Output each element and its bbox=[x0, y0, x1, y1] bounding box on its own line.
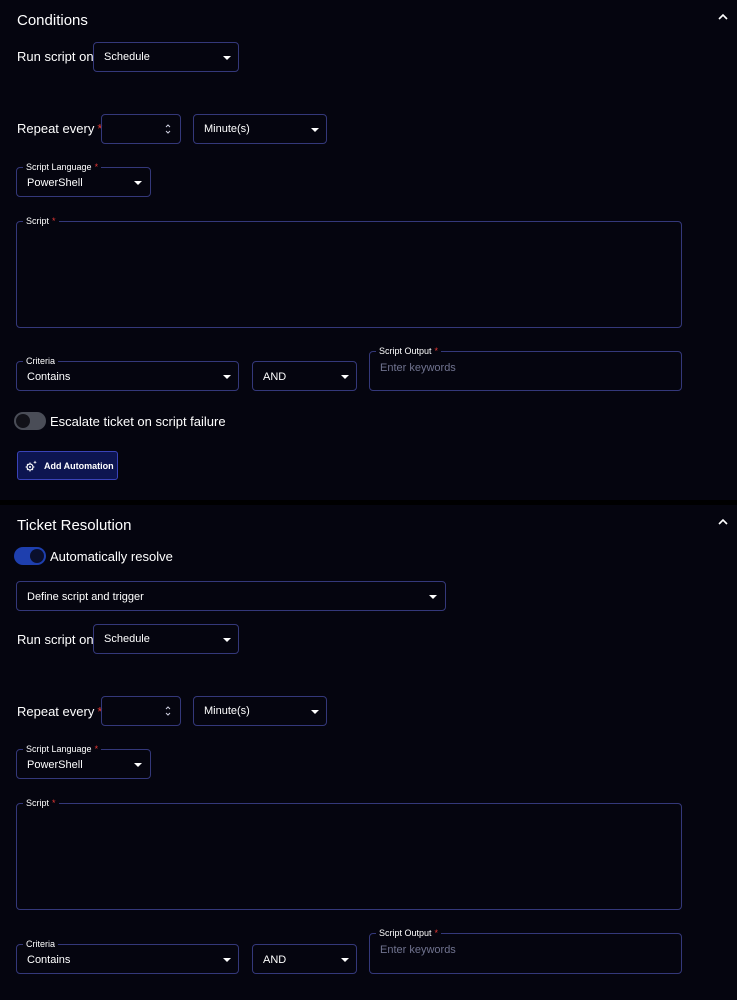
caret-down-icon bbox=[223, 958, 231, 962]
repeat-every-input[interactable] bbox=[101, 696, 181, 726]
auto-resolve-label: Automatically resolve bbox=[50, 549, 173, 564]
script-output-placeholder: Enter keywords bbox=[380, 362, 456, 374]
stepper-icon[interactable] bbox=[165, 123, 171, 135]
script-output-placeholder: Enter keywords bbox=[380, 944, 456, 956]
script-language-label: Script Language * bbox=[23, 743, 102, 755]
stepper-icon[interactable] bbox=[165, 705, 171, 717]
run-script-on-label: Run script on bbox=[17, 49, 94, 64]
criteria-label: Criteria bbox=[23, 355, 59, 367]
escalate-toggle[interactable] bbox=[14, 412, 46, 430]
script-label: Script * bbox=[23, 797, 59, 809]
conditions-title: Conditions bbox=[17, 12, 88, 29]
caret-down-icon bbox=[429, 595, 437, 599]
repeat-every-input[interactable] bbox=[101, 114, 181, 144]
resolution-mode-select[interactable]: Define script and trigger bbox=[16, 581, 446, 611]
resolution-mode-value: Define script and trigger bbox=[27, 591, 144, 603]
operator-value: AND bbox=[263, 371, 287, 383]
criteria-value: Contains bbox=[27, 371, 71, 383]
run-script-on-select[interactable]: Schedule bbox=[93, 624, 239, 654]
script-language-value: PowerShell bbox=[27, 759, 83, 771]
script-output-label: Script Output * bbox=[376, 345, 442, 357]
script-output-input[interactable]: Script Output * Enter keywords bbox=[369, 927, 682, 974]
add-automation-label: Add Automation bbox=[44, 461, 114, 471]
chevron-up-icon[interactable] bbox=[716, 515, 730, 529]
run-script-on-label: Run script on bbox=[17, 632, 94, 647]
caret-down-icon bbox=[341, 375, 349, 379]
criteria-select[interactable]: Criteria Contains bbox=[16, 938, 239, 974]
caret-down-icon bbox=[223, 638, 231, 642]
escalate-label: Escalate ticket on script failure bbox=[50, 414, 226, 429]
run-script-on-select[interactable]: Schedule bbox=[93, 42, 239, 72]
script-textarea[interactable]: Script * bbox=[16, 215, 682, 328]
repeat-unit-select[interactable]: Minute(s) bbox=[193, 114, 327, 144]
script-output-label: Script Output * bbox=[376, 927, 442, 939]
operator-select[interactable]: AND bbox=[252, 361, 357, 391]
script-textarea[interactable]: Script * bbox=[16, 797, 682, 910]
repeat-every-label: Repeat every * bbox=[17, 704, 103, 719]
operator-select[interactable]: AND bbox=[252, 944, 357, 974]
caret-down-icon bbox=[223, 375, 231, 379]
ticket-resolution-title: Ticket Resolution bbox=[17, 517, 132, 534]
chevron-up-icon[interactable] bbox=[716, 10, 730, 24]
conditions-section: Conditions Run script on Schedule Repeat… bbox=[0, 0, 737, 500]
caret-down-icon bbox=[134, 181, 142, 185]
script-language-select[interactable]: Script Language * PowerShell bbox=[16, 743, 151, 779]
script-language-select[interactable]: Script Language * PowerShell bbox=[16, 161, 151, 197]
run-script-on-value: Schedule bbox=[104, 51, 150, 63]
repeat-unit-value: Minute(s) bbox=[204, 123, 250, 135]
run-script-on-value: Schedule bbox=[104, 633, 150, 645]
repeat-unit-value: Minute(s) bbox=[204, 705, 250, 717]
script-language-value: PowerShell bbox=[27, 177, 83, 189]
gear-sparkle-icon bbox=[25, 460, 37, 472]
caret-down-icon bbox=[311, 710, 319, 714]
add-automation-button[interactable]: Add Automation bbox=[17, 451, 118, 480]
ticket-resolution-section: Ticket Resolution Automatically resolve … bbox=[0, 505, 737, 1000]
repeat-every-label: Repeat every * bbox=[17, 121, 103, 136]
script-label: Script * bbox=[23, 215, 59, 227]
criteria-select[interactable]: Criteria Contains bbox=[16, 355, 239, 391]
toggle-knob bbox=[16, 414, 30, 428]
operator-value: AND bbox=[263, 954, 287, 966]
criteria-value: Contains bbox=[27, 954, 71, 966]
script-language-label: Script Language * bbox=[23, 161, 102, 173]
script-output-input[interactable]: Script Output * Enter keywords bbox=[369, 345, 682, 391]
toggle-knob bbox=[30, 549, 44, 563]
auto-resolve-toggle[interactable] bbox=[14, 547, 46, 565]
caret-down-icon bbox=[223, 56, 231, 60]
caret-down-icon bbox=[311, 128, 319, 132]
caret-down-icon bbox=[134, 763, 142, 767]
caret-down-icon bbox=[341, 958, 349, 962]
repeat-unit-select[interactable]: Minute(s) bbox=[193, 696, 327, 726]
criteria-label: Criteria bbox=[23, 938, 59, 950]
